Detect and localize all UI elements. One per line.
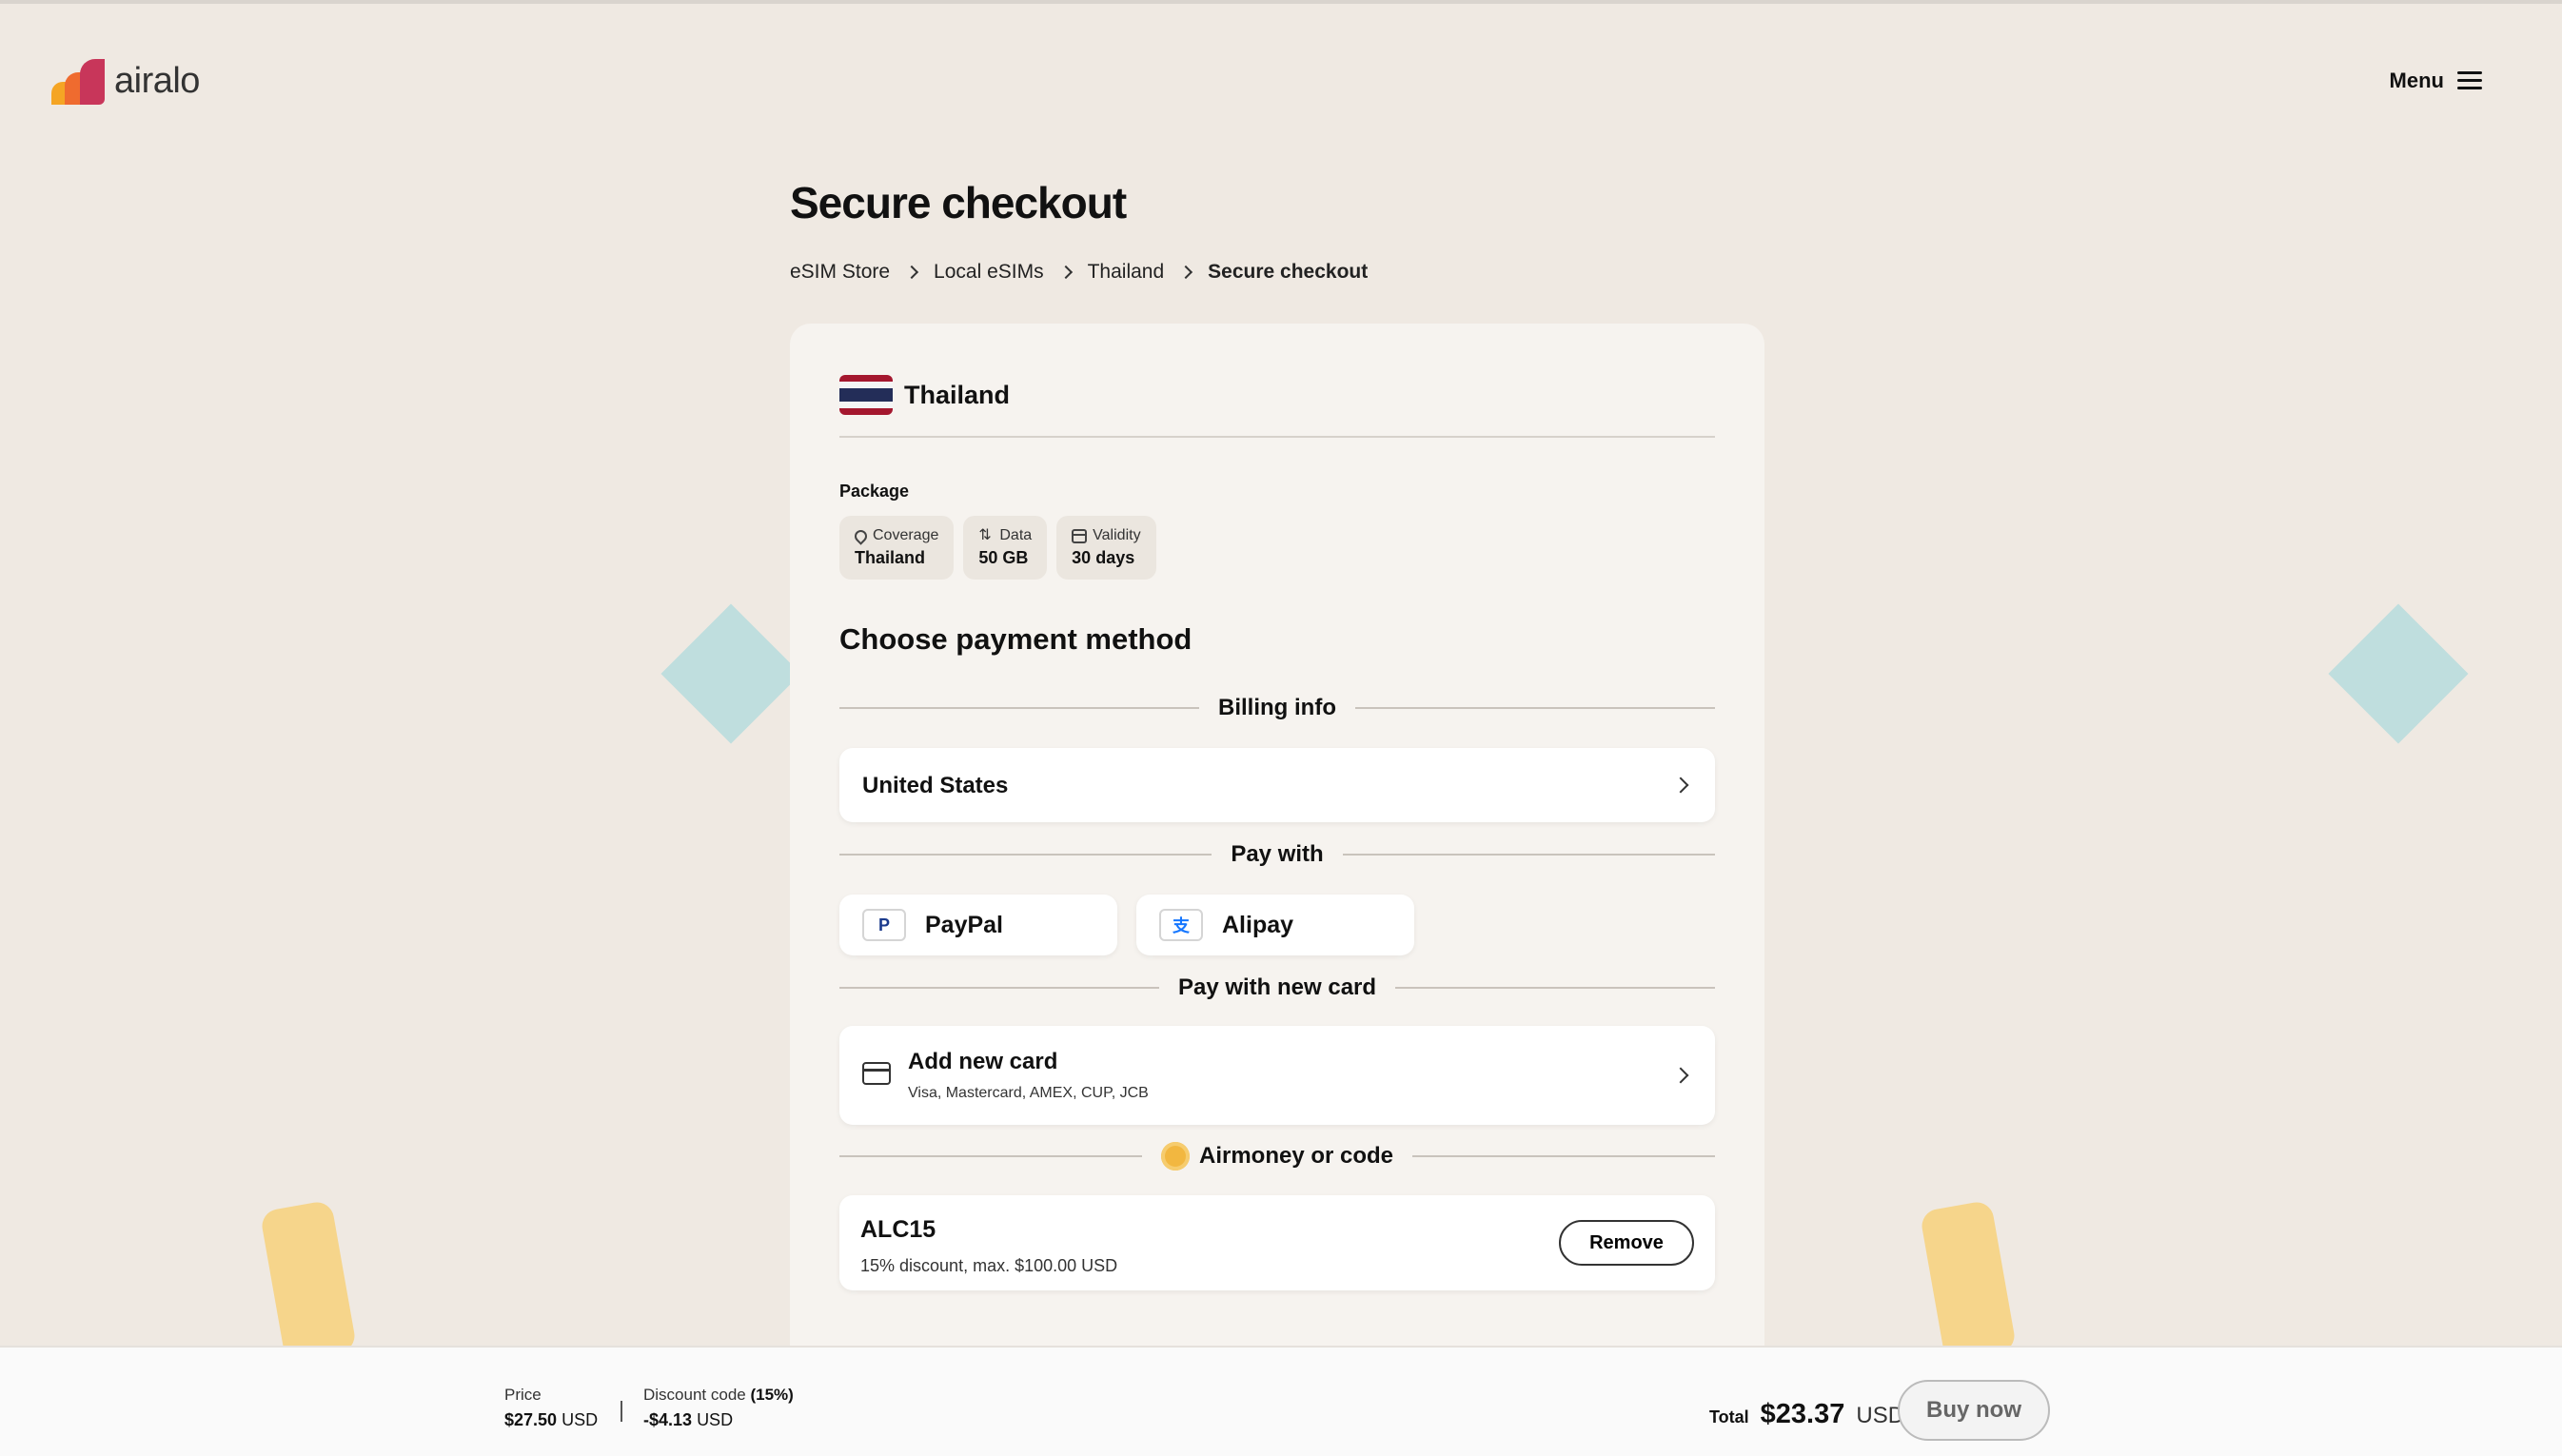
paypal-button[interactable]: P PayPal <box>839 895 1117 955</box>
chip-validity: Validity 30 days <box>1056 516 1156 580</box>
discount-currency: USD <box>697 1410 734 1429</box>
menu-button[interactable]: Menu <box>2390 69 2482 93</box>
billing-country-selector[interactable]: United States <box>839 748 1715 822</box>
alipay-icon: 支 <box>1159 909 1203 941</box>
add-new-card-button[interactable]: Add new card Visa, Mastercard, AMEX, CUP… <box>839 1026 1715 1125</box>
chip-label: Data <box>999 527 1033 543</box>
promo-code: ALC15 <box>860 1216 936 1243</box>
credit-card-icon <box>862 1062 891 1085</box>
chevron-right-icon <box>904 265 919 280</box>
discount-value: -$4.13 <box>643 1410 693 1429</box>
chip-value: Thailand <box>855 548 926 567</box>
logo-text: airalo <box>114 60 200 101</box>
billing-country-value: United States <box>862 773 1009 798</box>
country-header: Thailand <box>839 375 1010 415</box>
decorative-shape-left <box>259 1199 358 1363</box>
price-label: Price <box>504 1386 542 1404</box>
total-value: $23.37 <box>1760 1399 1845 1429</box>
footer-price: Price $27.50 USD <box>504 1386 598 1430</box>
breadcrumb: eSIM Store Local eSIMs Thailand Secure c… <box>790 261 1368 284</box>
chip-value: 30 days <box>1072 548 1135 567</box>
decorative-diamond-right <box>2328 603 2469 744</box>
package-chips: Coverage Thailand ⇅ Data 50 GB Validity 3… <box>839 516 1156 580</box>
add-card-subtitle: Visa, Mastercard, AMEX, CUP, JCB <box>908 1085 1149 1101</box>
calendar-icon <box>1072 528 1088 543</box>
billing-info-label: Billing info <box>1218 695 1336 720</box>
chevron-right-icon <box>1672 1067 1689 1084</box>
remove-promo-button[interactable]: Remove <box>1559 1220 1694 1266</box>
billing-info-separator: Billing info <box>839 695 1716 721</box>
price-currency: USD <box>562 1410 599 1429</box>
chevron-right-icon <box>1179 265 1193 280</box>
paypal-icon: P <box>862 909 906 941</box>
payment-section-title: Choose payment method <box>839 622 1192 656</box>
chip-coverage: Coverage Thailand <box>839 516 955 580</box>
add-card-title: Add new card <box>908 1049 1058 1074</box>
top-edge <box>0 0 2562 4</box>
paypal-label: PayPal <box>925 911 1004 938</box>
airmoney-coin-icon <box>1160 1142 1190 1171</box>
alipay-label: Alipay <box>1222 911 1294 938</box>
discount-percent: (15%) <box>750 1386 794 1404</box>
total-label: Total <box>1709 1407 1749 1426</box>
decorative-diamond-left <box>660 603 801 744</box>
decorative-shape-right <box>1919 1199 2018 1363</box>
chevron-right-icon <box>1058 265 1073 280</box>
page-title: Secure checkout <box>790 178 1127 227</box>
chevron-right-icon <box>1672 777 1689 794</box>
pay-with-separator: Pay with <box>839 841 1716 868</box>
buy-now-button[interactable]: Buy now <box>1898 1380 2050 1441</box>
checkout-footer: Price $27.50 USD Discount code (15%) -$4… <box>0 1346 2562 1456</box>
arrows-icon: ⇅ <box>978 527 992 543</box>
chip-value: 50 GB <box>978 548 1029 567</box>
footer-discount: Discount code (15%) -$4.13 USD <box>643 1386 794 1430</box>
chip-data: ⇅ Data 50 GB <box>963 516 1048 580</box>
thailand-flag-icon <box>839 375 893 415</box>
country-name: Thailand <box>904 380 1011 409</box>
breadcrumb-current: Secure checkout <box>1208 261 1369 283</box>
footer-total: Total $23.37 USD <box>1709 1399 1904 1430</box>
applied-promo-code: ALC15 15% discount, max. $100.00 USD Rem… <box>839 1195 1715 1290</box>
promo-description: 15% discount, max. $100.00 USD <box>860 1256 1118 1275</box>
price-value: $27.50 <box>504 1410 558 1429</box>
hamburger-icon <box>2457 71 2482 90</box>
divider <box>839 436 1715 438</box>
airmoney-label: Airmoney or code <box>1198 1143 1394 1169</box>
breadcrumb-esim-store[interactable]: eSIM Store <box>790 261 890 284</box>
breadcrumb-local-esims[interactable]: Local eSIMs <box>934 261 1044 284</box>
new-card-separator: Pay with new card <box>839 974 1716 1001</box>
discount-label: Discount code <box>643 1386 746 1404</box>
alipay-button[interactable]: 支 Alipay <box>1136 895 1414 955</box>
new-card-label: Pay with new card <box>1177 974 1377 1000</box>
pay-with-label: Pay with <box>1231 841 1324 867</box>
footer-divider <box>621 1401 622 1422</box>
checkout-card: Thailand Package Coverage Thailand ⇅ Data… <box>790 324 1764 1389</box>
chip-label: Validity <box>1093 527 1141 543</box>
breadcrumb-thailand[interactable]: Thailand <box>1088 261 1165 284</box>
pin-icon <box>852 526 870 545</box>
logo-mark-icon <box>51 57 107 105</box>
package-label: Package <box>839 482 910 501</box>
airalo-logo[interactable]: airalo <box>51 57 200 105</box>
chip-label: Coverage <box>873 527 939 543</box>
menu-label: Menu <box>2389 69 2444 92</box>
airmoney-separator: Airmoney or code <box>839 1142 1716 1171</box>
